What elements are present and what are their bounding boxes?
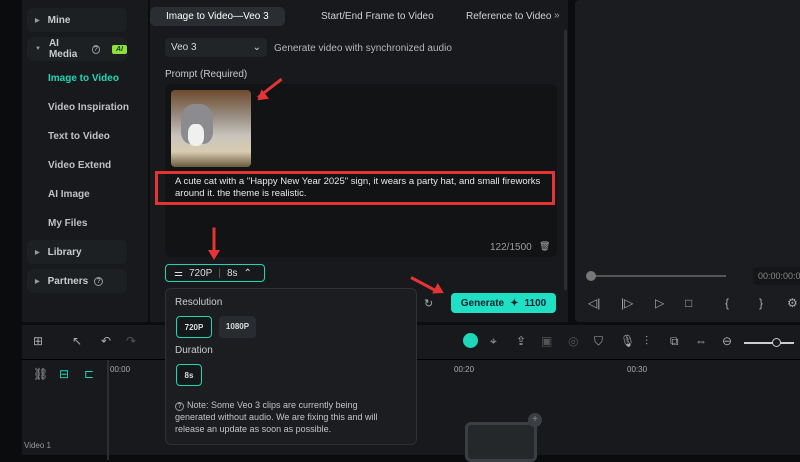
track-icon[interactable]: ⊏ xyxy=(84,367,94,381)
zoom-slider-handle[interactable] xyxy=(772,338,781,347)
sidebar-group-partners[interactable]: ▶ Partners? xyxy=(27,269,127,293)
resolution-label: Resolution xyxy=(175,297,223,308)
note-text: ? Note: Some Veo 3 clips are currently be… xyxy=(175,399,385,435)
label: Library xyxy=(47,246,82,258)
prompt-label: Prompt (Required) xyxy=(165,69,248,80)
video-settings-popup: Resolution 720P 1080P Duration 8s ? Note:… xyxy=(165,288,417,445)
tab-start-end-frame[interactable]: Start/End Frame to Video xyxy=(305,7,450,26)
annotation-arrowhead xyxy=(208,250,220,266)
info-icon: ? xyxy=(175,402,184,411)
tick-label: 00:20 xyxy=(454,365,475,374)
fit-icon[interactable]: ⇔ xyxy=(695,334,707,348)
tab-reference-to-video[interactable]: Reference to Video xyxy=(450,7,567,26)
sidebar-item-video-inspiration[interactable]: Video Inspiration xyxy=(48,102,129,113)
ai-assistant-icon[interactable] xyxy=(463,333,478,348)
video-settings-button[interactable]: ⚌ 720P | 8s ⌃ xyxy=(165,264,265,282)
sidebar: ▶ Mine ▼ AI Media? AI Image to Video Video … xyxy=(22,0,148,322)
help-icon[interactable]: ? xyxy=(94,276,104,286)
label: Mine xyxy=(47,14,71,26)
link-icon[interactable]: ⊟ xyxy=(59,367,69,381)
duration-value: 8s xyxy=(226,267,238,279)
annotation-box xyxy=(155,171,555,205)
sidebar-group-ai-media[interactable]: ▼ AI Media? AI xyxy=(27,37,127,61)
note: Note: Some Veo 3 clips are currently bei… xyxy=(175,400,378,434)
select-tool-icon[interactable]: ↖ xyxy=(72,334,82,348)
resolution-value: 720P xyxy=(188,267,213,279)
more-tabs-icon[interactable]: » xyxy=(554,10,560,21)
resolution-option-720p[interactable]: 720P xyxy=(176,316,212,338)
credits: 1100 xyxy=(524,297,547,309)
redo-icon[interactable]: ↷ xyxy=(126,334,136,348)
generate-label: Generate xyxy=(460,297,505,309)
playhead-handle[interactable] xyxy=(586,271,596,281)
next-frame-icon[interactable]: |▷ xyxy=(621,296,633,310)
model-select[interactable]: Veo 3 ⌄ xyxy=(165,38,267,57)
duration-option-8s[interactable]: 8s xyxy=(176,364,202,386)
tick-label: 00:00 xyxy=(110,365,131,374)
layout-icon[interactable]: ⊞ xyxy=(33,334,43,348)
model-value: Veo 3 xyxy=(171,42,197,53)
mark-out-icon[interactable]: } xyxy=(759,296,763,310)
resolution-option-1080p[interactable]: 1080P xyxy=(219,316,256,338)
export-clip-icon[interactable]: ⇪ xyxy=(516,334,526,348)
sparkle-icon: ✦ xyxy=(510,297,519,309)
sidebar-item-my-files[interactable]: My Files xyxy=(48,218,87,229)
scrollbar[interactable] xyxy=(564,30,567,290)
empty-clip-placeholder[interactable] xyxy=(465,422,537,462)
mark-in-icon[interactable]: { xyxy=(725,296,729,310)
track-label: Video 1 xyxy=(24,441,51,450)
split-icon[interactable]: ⌖ xyxy=(490,334,497,349)
zoom-out-icon[interactable]: ⊖ xyxy=(722,334,732,348)
speed-icon[interactable]: ◎ xyxy=(568,334,578,348)
audio-mixer-icon[interactable]: ⫶ xyxy=(645,334,648,349)
sidebar-item-text-to-video[interactable]: Text to Video xyxy=(48,131,110,142)
sidebar-item-video-extend[interactable]: Video Extend xyxy=(48,160,111,171)
stop-icon[interactable]: □ xyxy=(685,296,692,310)
tick-label: 00:30 xyxy=(627,365,648,374)
generate-button[interactable]: Generate ✦ 1100 xyxy=(451,293,556,313)
play-icon[interactable]: ▷ xyxy=(655,296,664,310)
refresh-icon[interactable]: ↻ xyxy=(424,297,433,310)
unlink-icon[interactable]: ⛓ xyxy=(33,367,48,381)
tab-image-to-video-veo3[interactable]: Image to Video—Veo 3 xyxy=(150,7,285,26)
mic-icon[interactable]: 🎙 xyxy=(620,334,635,348)
undo-icon[interactable]: ↶ xyxy=(101,334,111,348)
add-icon[interactable]: + xyxy=(528,413,542,427)
uploaded-cat-image[interactable] xyxy=(171,90,251,167)
sidebar-group-mine[interactable]: ▶ Mine xyxy=(27,8,127,32)
timecode: 00:00:00:0 xyxy=(753,267,800,285)
zoom-slider[interactable] xyxy=(744,342,794,344)
playback-slider[interactable] xyxy=(591,275,726,277)
help-icon[interactable]: ? xyxy=(91,44,100,54)
preview-panel: 00:00:00:0 ◁| |▷ ▷ □ { } ⚙ xyxy=(575,0,800,322)
image-icon[interactable]: ▣ xyxy=(541,334,552,348)
sidebar-item-image-to-video[interactable]: Image to Video xyxy=(48,73,119,84)
model-description: Generate video with synchronized audio xyxy=(274,43,452,54)
prev-frame-icon[interactable]: ◁| xyxy=(588,296,600,310)
duration-label: Duration xyxy=(175,345,213,356)
sidebar-item-ai-image[interactable]: AI Image xyxy=(48,189,90,200)
trash-icon[interactable]: 🗑 xyxy=(539,241,550,252)
render-icon[interactable]: ⧉ xyxy=(670,334,679,349)
settings-icon[interactable]: ⚙ xyxy=(787,296,798,310)
sidebar-group-library[interactable]: ▶ Library xyxy=(27,240,127,264)
sliders-icon: ⚌ xyxy=(174,267,183,279)
chevron-down-icon: ⌄ xyxy=(252,42,261,53)
label: AI Media xyxy=(48,38,78,60)
char-counter: 122/1500 xyxy=(490,242,532,253)
label: Partners xyxy=(47,275,89,287)
ai-badge: AI xyxy=(112,44,127,54)
shield-icon[interactable]: ⛉ xyxy=(594,334,603,349)
chevron-up-icon: ⌃ xyxy=(243,267,252,279)
